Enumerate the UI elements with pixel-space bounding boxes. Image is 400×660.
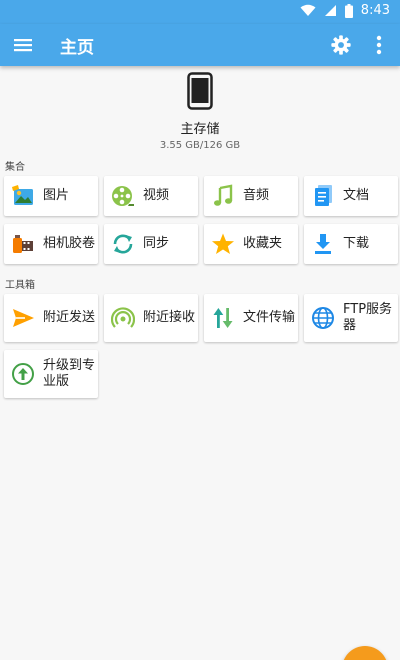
gear-icon[interactable]: [330, 34, 352, 56]
image-icon: [12, 185, 33, 205]
status-icons: 8:43: [300, 3, 390, 18]
tile-label: 下载: [343, 236, 370, 252]
tile-label: 附近发送: [43, 310, 96, 326]
phone-icon: [187, 72, 213, 110]
tile-label: 图片: [43, 188, 70, 204]
signal-icon: [324, 5, 336, 16]
storage-size: 3.55 GB/126 GB: [159, 140, 241, 151]
send-icon: [13, 309, 34, 327]
tile-ftp-server[interactable]: FTP服务器: [304, 294, 398, 342]
tile-favorites[interactable]: 收藏夹: [204, 224, 298, 264]
status-bar: 8:43: [0, 0, 400, 24]
tile-label: 相机胶卷: [43, 236, 96, 252]
tile-documents[interactable]: 文档: [304, 176, 398, 216]
tile-nearby-send[interactable]: 附近发送: [4, 294, 98, 342]
fab-button[interactable]: [342, 646, 388, 660]
receive-icon: [111, 307, 135, 328]
tile-label: 文件传输: [243, 310, 296, 326]
tile-label: 收藏夹: [243, 236, 283, 252]
tile-label: 文档: [343, 188, 370, 204]
tile-label: 同步: [143, 236, 170, 252]
tile-label: 升级到专业版: [43, 358, 96, 389]
tile-audio[interactable]: 音频: [204, 176, 298, 216]
music-note-icon: [214, 184, 233, 206]
tile-nearby-receive[interactable]: 附近接收: [104, 294, 198, 342]
tile-label: 附近接收: [143, 310, 196, 326]
tile-pictures[interactable]: 图片: [4, 176, 98, 216]
app-bar: 主页: [0, 24, 400, 66]
film-reel-icon: [112, 186, 134, 206]
download-icon: [315, 234, 331, 254]
status-time: 8:43: [360, 3, 390, 18]
upgrade-icon: [12, 363, 34, 385]
tile-file-transfer[interactable]: 文件传输: [204, 294, 298, 342]
page-title: 主页: [60, 38, 94, 58]
more-vert-icon[interactable]: [370, 34, 388, 56]
tile-sync[interactable]: 同步: [104, 224, 198, 264]
storage-card[interactable]: 主存储 3.55 GB/126 GB: [0, 72, 400, 151]
section-label-toolbox: 工具箱: [5, 280, 35, 291]
tile-videos[interactable]: 视频: [104, 176, 198, 216]
transfer-icon: [213, 308, 233, 328]
film-roll-icon: [13, 235, 33, 253]
tile-label: 视频: [143, 188, 170, 204]
star-icon: [212, 233, 234, 254]
sync-icon: [113, 234, 133, 254]
wifi-icon: [300, 4, 316, 16]
tile-downloads[interactable]: 下载: [304, 224, 398, 264]
tile-label: FTP服务器: [343, 302, 393, 333]
tile-upgrade-pro[interactable]: 升级到专业版: [4, 350, 98, 398]
battery-icon: [344, 3, 353, 18]
tile-camera-roll[interactable]: 相机胶卷: [4, 224, 98, 264]
section-label-collections: 集合: [5, 162, 25, 173]
storage-name: 主存储: [180, 122, 220, 137]
globe-icon: [312, 307, 334, 329]
document-icon: [315, 185, 332, 206]
menu-icon[interactable]: [13, 35, 33, 55]
tile-label: 音频: [243, 188, 270, 204]
